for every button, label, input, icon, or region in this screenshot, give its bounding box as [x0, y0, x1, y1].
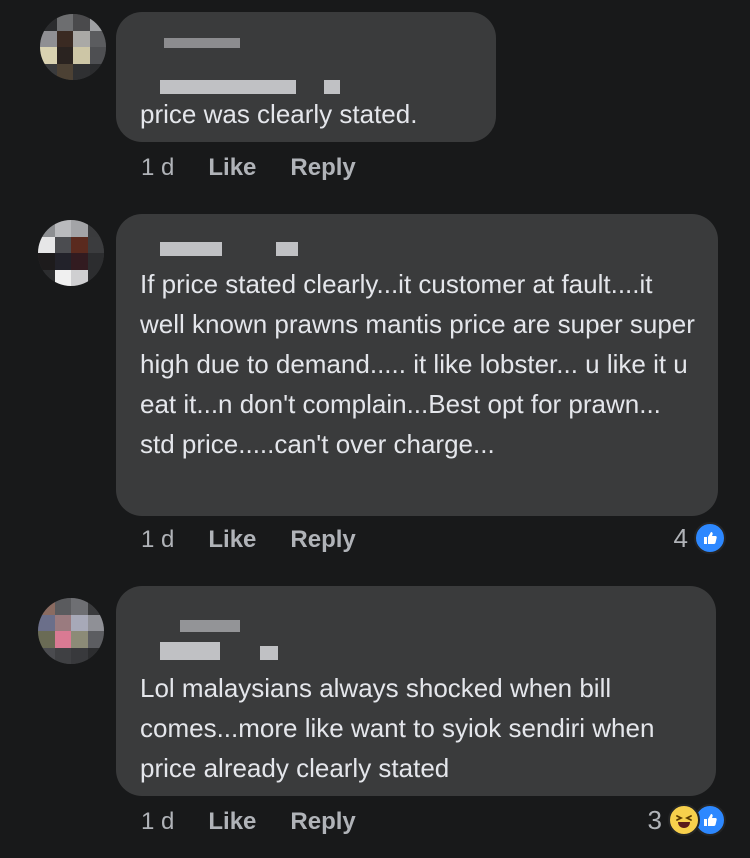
reply-button[interactable]: Reply	[290, 525, 355, 555]
reply-button[interactable]: Reply	[290, 153, 355, 183]
comment-2: If price stated clearly...it customer at…	[0, 200, 750, 580]
comment-text: If price stated clearly...it customer at…	[140, 269, 695, 459]
avatar[interactable]	[38, 220, 104, 286]
avatar[interactable]	[38, 598, 104, 664]
timestamp[interactable]: 1 d	[141, 525, 174, 555]
comment-text: price was clearly stated.	[140, 99, 418, 129]
author-name-redacted-3	[324, 80, 340, 94]
comment-actions: 1 d Like Reply	[141, 807, 390, 837]
like-button[interactable]: Like	[208, 807, 256, 837]
like-icon	[694, 522, 726, 554]
reaction-summary[interactable]: 3	[648, 804, 726, 836]
haha-icon	[668, 804, 700, 836]
comment-3: Lol malaysians always shocked when bill …	[0, 580, 750, 858]
author-name-redacted-2	[160, 642, 220, 660]
reply-button[interactable]: Reply	[290, 807, 355, 837]
reaction-summary[interactable]: 4	[674, 522, 726, 554]
comment-actions: 1 d Like Reply	[141, 525, 390, 555]
author-name-redacted[interactable]	[164, 38, 240, 48]
avatar[interactable]	[40, 14, 106, 80]
like-button[interactable]: Like	[208, 153, 256, 183]
comment-bubble: If price stated clearly...it customer at…	[116, 214, 718, 516]
comment-text: Lol malaysians always shocked when bill …	[140, 673, 655, 783]
timestamp[interactable]: 1 d	[141, 807, 174, 837]
comment-actions: 1 d Like Reply	[141, 153, 390, 183]
author-name-redacted[interactable]	[160, 242, 222, 256]
reaction-count: 4	[673, 522, 688, 553]
timestamp[interactable]: 1 d	[141, 153, 174, 183]
comment-bubble: Lol malaysians always shocked when bill …	[116, 586, 716, 796]
like-button[interactable]: Like	[208, 525, 256, 555]
author-name-redacted[interactable]	[180, 620, 240, 632]
author-name-redacted-3	[260, 646, 278, 660]
comment-bubble: price was clearly stated.	[116, 12, 496, 142]
comment-1: price was clearly stated. 1 d Like Reply	[0, 0, 750, 200]
author-name-redacted-2	[276, 242, 298, 256]
author-name-redacted-2	[160, 80, 296, 94]
reaction-count: 3	[647, 804, 662, 835]
